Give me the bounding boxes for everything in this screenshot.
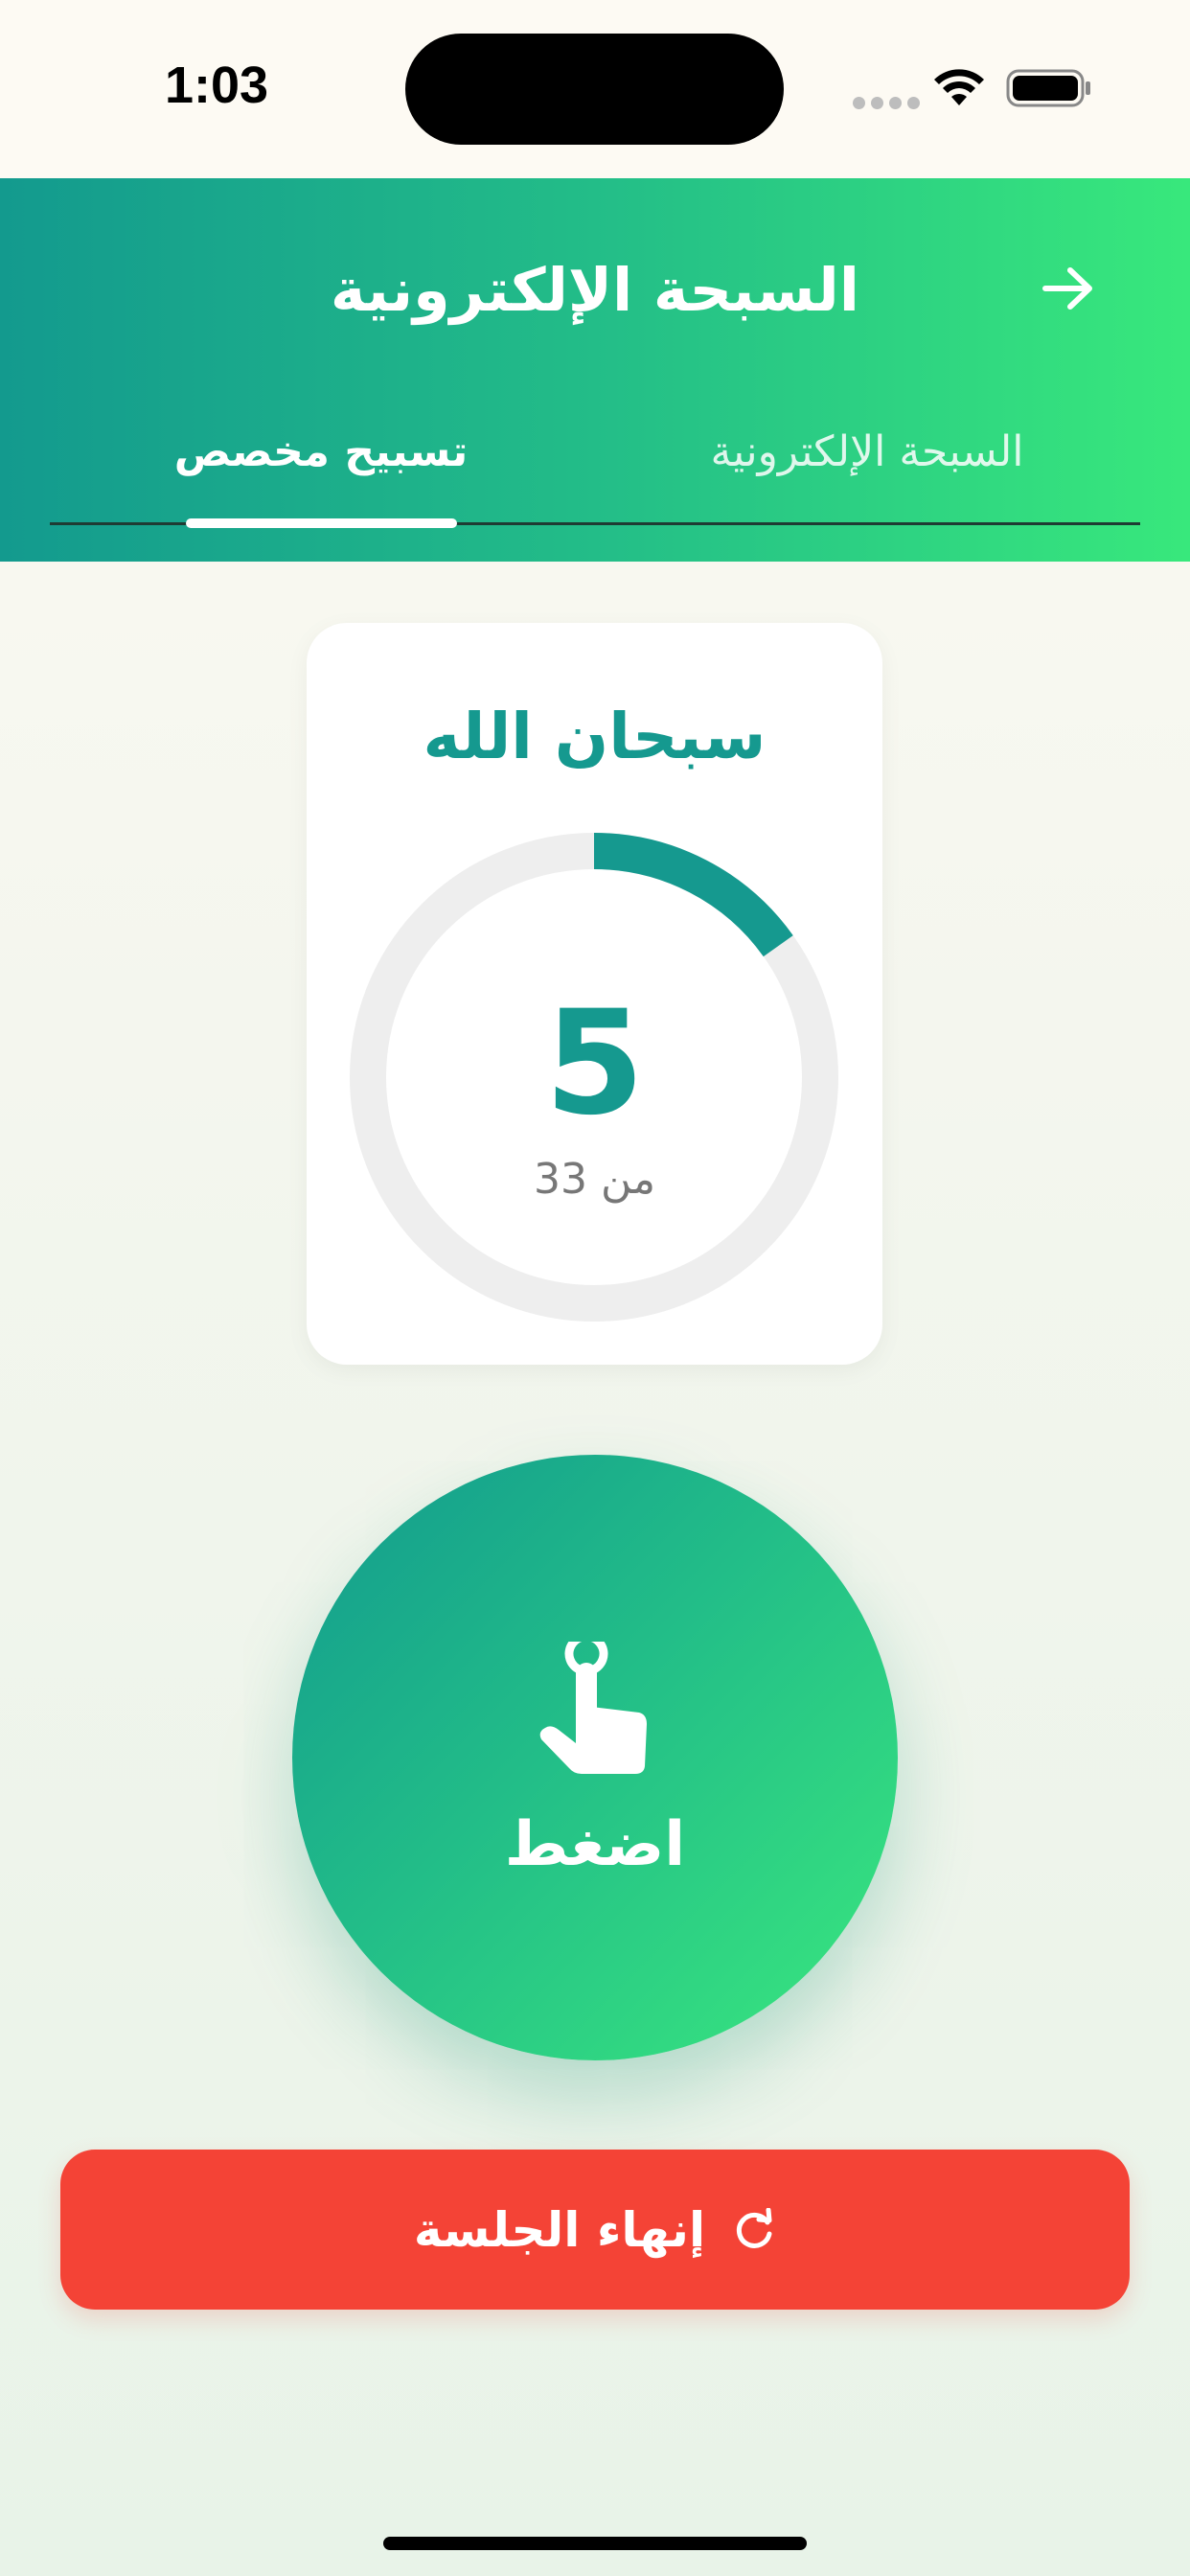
cellular-signal-icon <box>853 95 926 113</box>
count-target: من 33 <box>533 1155 656 1204</box>
tap-count-button[interactable]: اضغط <box>292 1455 898 2060</box>
active-tab-indicator <box>186 518 457 528</box>
count-value: 5 <box>544 980 645 1147</box>
tap-label: اضغط <box>504 1809 686 1880</box>
page-title: السبحة الإلكترونية <box>330 255 860 325</box>
home-indicator[interactable] <box>383 2537 807 2550</box>
end-session-label: إنهاء الجلسة <box>413 2201 706 2258</box>
app-header: السبحة الإلكترونية تسبيح مخصص السبحة الإ… <box>0 178 1190 562</box>
refresh-icon <box>732 2207 776 2252</box>
dynamic-island <box>405 34 784 145</box>
dhikr-text: سبحان الله <box>423 700 767 773</box>
status-bar: 1:03 <box>0 0 1190 178</box>
back-button[interactable] <box>1035 255 1102 322</box>
status-time: 1:03 <box>165 57 269 114</box>
counter-card: سبحان الله 5 من 33 <box>307 623 882 1365</box>
tab-custom-tasbih[interactable]: تسبيح مخصص <box>144 427 498 476</box>
tab-electronic-tasbih[interactable]: السبحة الإلكترونية <box>671 427 1064 476</box>
end-session-button[interactable]: إنهاء الجلسة <box>60 2150 1130 2310</box>
wifi-icon <box>931 67 987 113</box>
hand-pointer-icon <box>539 1642 647 1774</box>
arrow-right-icon <box>1042 267 1092 310</box>
battery-icon <box>1006 67 1092 113</box>
